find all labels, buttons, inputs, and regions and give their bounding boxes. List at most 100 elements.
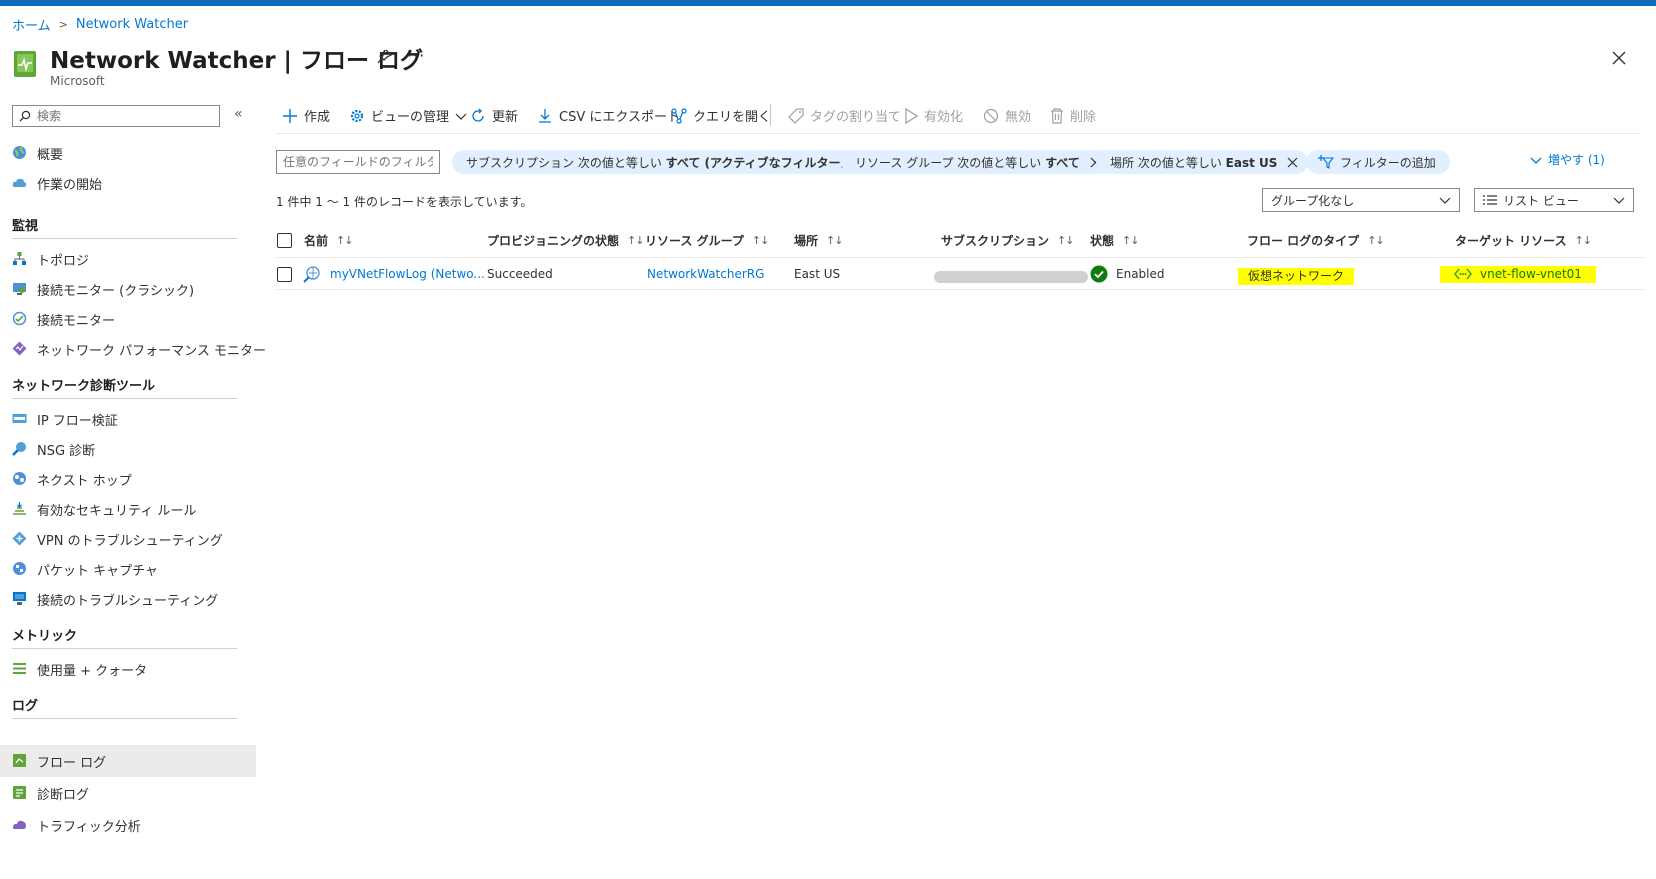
chevron-down-icon bbox=[1613, 197, 1625, 204]
open-query-button[interactable]: クエリを開く bbox=[671, 106, 771, 125]
sidebar-item-connection-monitor-classic[interactable]: 接続モニター (クラシック) bbox=[0, 273, 256, 303]
remove-filter-icon[interactable] bbox=[1287, 157, 1298, 168]
pin-icon[interactable] bbox=[375, 48, 393, 66]
section-monitoring: 監視 bbox=[12, 219, 39, 234]
query-icon bbox=[671, 107, 687, 124]
sort-icon[interactable]: ↑↓ bbox=[1367, 234, 1384, 247]
assign-tags-button[interactable]: タグの割り当て bbox=[788, 106, 901, 125]
row-name-link[interactable]: myVNetFlowLog (Netwo... bbox=[330, 267, 485, 281]
sidebar-search-input[interactable] bbox=[35, 108, 219, 124]
breadcrumb-home[interactable]: ホーム bbox=[12, 15, 51, 34]
sidebar-item-diagnostic-logs[interactable]: 診断ログ bbox=[0, 777, 256, 807]
nsg-diagnostic-icon bbox=[12, 442, 26, 456]
chevron-down-icon bbox=[455, 113, 467, 120]
column-header-target-resource[interactable]: ターゲット リソース ↑↓ bbox=[1455, 232, 1592, 249]
row-resource-group-link[interactable]: NetworkWatcherRG bbox=[647, 267, 764, 281]
sidebar-item-get-started[interactable]: 作業の開始 bbox=[0, 167, 256, 197]
filter-input[interactable] bbox=[276, 150, 440, 174]
sort-icon[interactable]: ↑↓ bbox=[336, 234, 353, 247]
column-header-location[interactable]: 場所 ↑↓ bbox=[794, 232, 843, 249]
network-watcher-icon bbox=[14, 51, 36, 77]
grouping-dropdown[interactable]: グループ化なし bbox=[1262, 188, 1460, 212]
breadcrumb-network-watcher[interactable]: Network Watcher bbox=[76, 17, 188, 32]
row-checkbox[interactable] bbox=[277, 267, 292, 282]
row-target-resource[interactable]: vnet-flow-vnet01 bbox=[1440, 266, 1596, 283]
manage-view-button[interactable]: ビューの管理 bbox=[349, 106, 467, 125]
row-provisioning-state: Succeeded bbox=[487, 267, 553, 281]
sidebar-item-connection-troubleshoot[interactable]: 接続のトラブルシューティング bbox=[0, 583, 256, 613]
row-status: Enabled bbox=[1090, 265, 1165, 283]
breadcrumb: ホーム > Network Watcher bbox=[12, 15, 188, 34]
traffic-analytics-icon bbox=[13, 820, 26, 829]
sidebar-search bbox=[12, 105, 220, 127]
sidebar-item-overview[interactable]: 概要 bbox=[0, 137, 256, 167]
sidebar-item-usage-quota[interactable]: 使用量 + クォータ bbox=[0, 653, 256, 683]
sidebar-item-next-hop[interactable]: ネクスト ホップ bbox=[0, 463, 256, 493]
sidebar-item-nsg-diagnostic[interactable]: NSG 診断 bbox=[0, 433, 256, 463]
diagnostic-log-icon bbox=[13, 786, 26, 799]
view-mode-dropdown[interactable]: リスト ビュー bbox=[1474, 188, 1634, 212]
row-location: East US bbox=[794, 267, 841, 281]
check-circle-icon bbox=[1090, 265, 1108, 283]
download-icon bbox=[539, 108, 551, 123]
refresh-icon bbox=[472, 108, 484, 122]
trash-icon bbox=[1051, 107, 1063, 124]
create-button[interactable]: 作成 bbox=[282, 106, 330, 125]
chevron-down-icon bbox=[1530, 157, 1542, 164]
column-header-subscription[interactable]: サブスクリプション ↑↓ bbox=[941, 232, 1074, 249]
globe-icon bbox=[13, 146, 26, 159]
select-all-checkbox[interactable] bbox=[277, 233, 292, 248]
divider bbox=[12, 648, 237, 649]
flow-log-resource-icon bbox=[303, 266, 320, 283]
delete-button[interactable]: 削除 bbox=[1050, 106, 1096, 125]
sort-icon[interactable]: ↑↓ bbox=[627, 234, 644, 247]
section-metrics: メトリック bbox=[12, 629, 78, 644]
close-icon[interactable] bbox=[1611, 50, 1627, 66]
sort-icon[interactable]: ↑↓ bbox=[1122, 234, 1139, 247]
sidebar-item-traffic-analytics[interactable]: トラフィック分析 bbox=[0, 809, 256, 839]
divider bbox=[12, 398, 237, 399]
search-icon bbox=[19, 110, 31, 122]
next-hop-icon bbox=[13, 472, 26, 485]
column-header-flow-log-type[interactable]: フロー ログのタイプ ↑↓ bbox=[1247, 232, 1385, 249]
enable-button[interactable]: 有効化 bbox=[904, 106, 963, 125]
column-header-name[interactable]: 名前 ↑↓ bbox=[304, 232, 353, 249]
sort-icon[interactable]: ↑↓ bbox=[1057, 234, 1074, 247]
filter-pill-resource-group[interactable]: リソース グループ 次の値と等しい すべて bbox=[841, 150, 1111, 174]
section-network-diagnostics: ネットワーク診断ツール bbox=[12, 379, 156, 394]
chevron-down-icon bbox=[1439, 197, 1451, 204]
collapse-sidebar-icon[interactable]: « bbox=[234, 106, 243, 122]
flow-log-icon bbox=[13, 754, 26, 767]
more-filters-toggle[interactable]: 増やす (1) bbox=[1530, 151, 1605, 168]
add-filter-button[interactable]: フィルターの追加 bbox=[1306, 150, 1450, 174]
sort-icon[interactable]: ↑↓ bbox=[826, 234, 843, 247]
packet-capture-icon bbox=[13, 562, 26, 575]
sort-icon[interactable]: ↑↓ bbox=[752, 234, 769, 247]
column-header-resource-group[interactable]: リソース グループ ↑↓ bbox=[645, 232, 769, 249]
more-options-icon[interactable]: ··· bbox=[407, 46, 425, 65]
monitor-classic-icon bbox=[13, 283, 26, 295]
filter-pill-location[interactable]: 場所 次の値と等しい East US bbox=[1096, 150, 1309, 174]
sidebar-item-network-performance-monitor[interactable]: ネットワーク パフォーマンス モニター bbox=[0, 333, 266, 363]
security-rules-icon bbox=[13, 502, 26, 515]
column-header-status[interactable]: 状態 ↑↓ bbox=[1090, 232, 1139, 249]
sidebar-item-effective-security-rules[interactable]: 有効なセキュリティ ルール bbox=[0, 493, 256, 523]
column-header-provisioning[interactable]: プロビジョニングの状態 ↑↓ bbox=[487, 232, 644, 249]
sidebar-item-flow-logs[interactable]: フロー ログ bbox=[0, 745, 256, 777]
sidebar-item-topology[interactable]: トポロジ bbox=[0, 243, 256, 273]
export-csv-button[interactable]: CSV にエクスポート bbox=[537, 106, 680, 125]
filter-pill-subscription[interactable]: サブスクリプション 次の値と等しい すべて (アクティブなフィルターから) bbox=[452, 150, 884, 174]
redacted-subscription bbox=[934, 271, 1088, 283]
chevron-right-icon: > bbox=[58, 18, 68, 31]
disable-button[interactable]: 無効 bbox=[983, 106, 1031, 125]
sidebar-item-packet-capture[interactable]: パケット キャプチャ bbox=[0, 553, 256, 583]
gear-icon bbox=[350, 109, 364, 122]
divider bbox=[12, 238, 237, 239]
sidebar-item-ip-flow-verify[interactable]: IP フロー検証 bbox=[0, 403, 256, 433]
sort-icon[interactable]: ↑↓ bbox=[1575, 234, 1592, 247]
sidebar-item-vpn-troubleshoot[interactable]: VPN のトラブルシューティング bbox=[0, 523, 256, 553]
refresh-button[interactable]: 更新 bbox=[470, 106, 518, 125]
vpn-troubleshoot-icon bbox=[12, 531, 27, 546]
sidebar-item-connection-monitor[interactable]: 接続モニター bbox=[0, 303, 256, 333]
play-icon bbox=[905, 107, 918, 124]
